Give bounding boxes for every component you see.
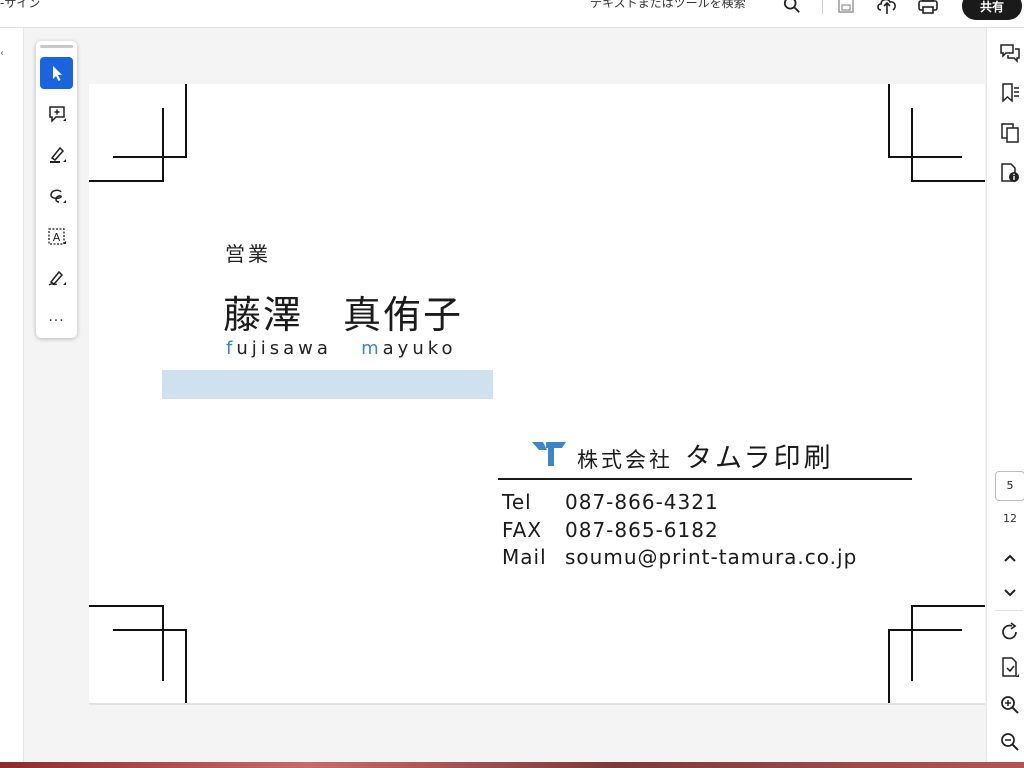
tools-palette: A ... xyxy=(36,41,77,338)
name-initial: m xyxy=(361,338,383,359)
crop-mark xyxy=(89,180,164,182)
crop-mark xyxy=(911,605,985,607)
highlight-tool[interactable] xyxy=(40,139,73,171)
contact-row-fax: FAX 087-865-6182 xyxy=(502,518,719,542)
person-name-romanized: fujisawa mayuko xyxy=(226,338,457,359)
taskbar-edge xyxy=(0,762,1024,768)
name-part: ayuko xyxy=(382,338,457,359)
previous-page-icon[interactable] xyxy=(999,548,1021,570)
bookmarks-icon[interactable] xyxy=(999,82,1021,104)
contact-row-mail: Mail soumu@print-tamura.co.jp xyxy=(502,545,857,569)
contact-label: FAX xyxy=(502,518,543,542)
page-bottom-edge xyxy=(89,703,985,705)
next-page-icon[interactable] xyxy=(999,581,1021,603)
more-tools-button[interactable]: ... xyxy=(40,301,73,333)
crop-mark xyxy=(888,629,962,631)
crop-mark xyxy=(185,629,187,704)
document-info-icon[interactable] xyxy=(999,162,1021,184)
right-panel-rail: 5 12 xyxy=(986,28,1024,768)
zoom-in-icon[interactable] xyxy=(999,694,1021,716)
name-part: ujisawa xyxy=(236,338,332,359)
crop-mark xyxy=(89,605,164,607)
crop-mark xyxy=(113,629,187,631)
sign-tool[interactable] xyxy=(40,262,73,294)
page-extract-icon[interactable] xyxy=(999,656,1021,678)
svg-text:A: A xyxy=(52,231,60,244)
crop-mark xyxy=(888,156,962,158)
crop-mark xyxy=(888,629,890,704)
select-cursor-icon xyxy=(52,66,62,81)
crop-mark xyxy=(911,108,913,182)
document-page: 営業 藤澤 真侑子 fujisawa mayuko 株式会社 タムラ印刷 Tel 0… xyxy=(89,84,985,704)
cloud-upload-icon[interactable] xyxy=(876,0,898,15)
sign-pen-icon xyxy=(48,270,66,286)
company-type: 株式会社 xyxy=(577,448,673,472)
share-button[interactable]: 共有 xyxy=(962,0,1022,20)
person-name-japanese: 藤澤 真侑子 xyxy=(223,293,464,337)
collapse-chevron-icon[interactable]: ‹ xyxy=(0,48,4,59)
comments-icon[interactable] xyxy=(999,42,1021,64)
text-recognition-tool[interactable]: A xyxy=(40,221,73,253)
rail-divider xyxy=(995,610,1023,611)
print-icon[interactable] xyxy=(917,0,939,15)
contact-label: Mail xyxy=(502,545,547,569)
crop-mark xyxy=(113,156,187,158)
company-logo-icon xyxy=(532,442,566,466)
crop-mark xyxy=(911,605,913,681)
total-pages: 12 xyxy=(1003,512,1017,525)
department-label: 営業 xyxy=(225,242,271,266)
search-icon[interactable] xyxy=(783,0,801,14)
divider-rule xyxy=(498,478,912,480)
company-name: 株式会社 タムラ印刷 xyxy=(577,436,834,475)
top-toolbar: -サイン テキストまたはツールを検索 共有 xyxy=(0,0,1024,28)
contact-value: 087-865-6182 xyxy=(565,518,719,542)
zoom-out-icon[interactable] xyxy=(999,731,1021,753)
accent-bar xyxy=(162,370,493,399)
crop-mark xyxy=(888,84,890,158)
highlight-pen-icon xyxy=(49,146,66,163)
save-icon[interactable] xyxy=(835,0,857,15)
crop-mark xyxy=(162,605,164,681)
contact-row-tel: Tel 087-866-4321 xyxy=(502,490,719,514)
crop-mark xyxy=(162,108,164,182)
add-comment-tool[interactable] xyxy=(40,98,73,130)
search-placeholder[interactable]: テキストまたはツールを検索 xyxy=(590,0,746,11)
freehand-draw-icon xyxy=(49,189,66,203)
contact-label: Tel xyxy=(502,490,532,514)
left-panel-rail: ‹ xyxy=(0,28,24,768)
pages-icon[interactable] xyxy=(999,122,1021,144)
palette-drag-handle[interactable] xyxy=(40,45,73,48)
more-icon: ... xyxy=(48,309,65,325)
name-initial: f xyxy=(226,338,237,359)
menu-label[interactable]: -サイン xyxy=(0,0,40,11)
text-recognition-icon: A xyxy=(47,228,66,245)
contact-value: soumu@print-tamura.co.jp xyxy=(565,545,858,569)
toolbar-divider xyxy=(822,0,823,14)
draw-tool[interactable] xyxy=(40,180,73,212)
current-page-field[interactable]: 5 xyxy=(995,471,1024,501)
crop-mark xyxy=(185,84,187,158)
select-tool[interactable] xyxy=(40,57,73,89)
company-brand: タムラ印刷 xyxy=(685,443,834,474)
crop-mark xyxy=(911,180,985,182)
rotate-icon[interactable] xyxy=(999,621,1021,643)
add-comment-icon xyxy=(48,106,66,123)
contact-value: 087-866-4321 xyxy=(565,490,719,514)
